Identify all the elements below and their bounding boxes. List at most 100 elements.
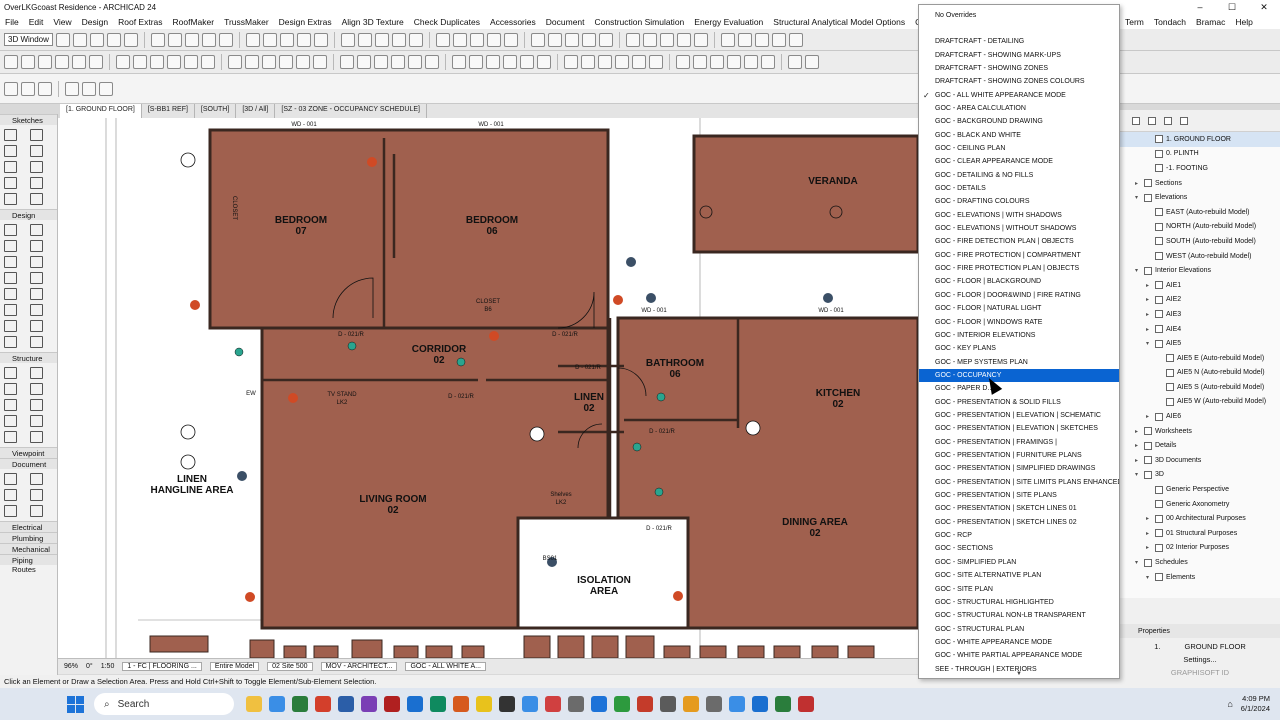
override-option[interactable]: GOC - CEILING PLAN xyxy=(919,142,1119,155)
taskbar-app-icon[interactable] xyxy=(775,696,791,712)
tool-icon[interactable] xyxy=(30,505,43,517)
toolbar-tool-icon[interactable] xyxy=(649,55,663,69)
menu-item[interactable]: Document xyxy=(541,17,590,27)
toolbar-tool-icon[interactable] xyxy=(374,32,389,47)
toolbar-tool-icon[interactable] xyxy=(503,32,518,47)
navigator-item[interactable]: AIE5 E (Auto-rebuild Model) xyxy=(1120,351,1280,366)
tool-icon[interactable] xyxy=(4,415,17,427)
menu-item[interactable]: Energy Evaluation xyxy=(689,17,768,27)
toolbar-tool-icon[interactable] xyxy=(547,32,562,47)
toolbar-tool-icon[interactable] xyxy=(201,32,216,47)
tool-icon[interactable] xyxy=(30,320,43,332)
tool-icon[interactable] xyxy=(4,272,17,284)
tool-icon[interactable] xyxy=(30,240,43,252)
menu-item[interactable]: Accessories xyxy=(485,17,541,27)
menu-item[interactable]: Structural Analytical Model Options xyxy=(768,17,910,27)
zoom-field[interactable]: 96% xyxy=(64,663,78,670)
toolbar-tool-icon[interactable] xyxy=(581,32,596,47)
override-option[interactable]: ✓ GOC - ALL WHITE APPEARANCE MODE xyxy=(919,88,1119,101)
override-option[interactable]: GOC - SITE ALTERNATIVE PLAN xyxy=(919,569,1119,582)
override-option[interactable]: GOC - STRUCTURAL PLAN xyxy=(919,622,1119,635)
toolbar-tool-icon[interactable] xyxy=(720,32,735,47)
toolbar-tool-icon[interactable] xyxy=(537,55,551,69)
expand-caret-icon[interactable]: ▸ xyxy=(1135,180,1141,187)
taskbar-app-icon[interactable] xyxy=(246,696,262,712)
tool-icon[interactable] xyxy=(30,288,43,300)
override-option[interactable]: GOC - AREA CALCULATION xyxy=(919,102,1119,115)
override-option[interactable]: SEE - THROUGH | EXTERIORS xyxy=(919,662,1119,675)
tool-icon[interactable] xyxy=(30,177,43,189)
taskbar-search[interactable]: ⌕ Search xyxy=(94,693,234,715)
override-option[interactable]: GOC - WHITE PARTIAL APPEARANCE MODE xyxy=(919,649,1119,662)
override-option[interactable]: DRAFTCRAFT - SHOWING ZONES xyxy=(919,62,1119,75)
toolbar-tool-icon[interactable] xyxy=(788,55,802,69)
override-option[interactable]: GOC - PRESENTATION | ELEVATION | SCHEMAT… xyxy=(919,409,1119,422)
navigator-item[interactable]: ▸ AIE3 xyxy=(1120,307,1280,322)
expand-caret-icon[interactable]: ▸ xyxy=(1146,515,1152,522)
tool-icon[interactable] xyxy=(30,367,43,379)
settings-button[interactable]: Settings... xyxy=(1183,655,1216,664)
expand-caret-icon[interactable]: ▸ xyxy=(1146,544,1152,551)
tool-icon[interactable] xyxy=(4,145,17,157)
toolbar-tool-icon[interactable] xyxy=(564,55,578,69)
toolbar-tool-icon[interactable] xyxy=(184,32,199,47)
tool-icon[interactable] xyxy=(4,177,17,189)
layer-combination-field[interactable]: 1 - FC | FLOORING ... xyxy=(122,662,202,671)
close-button[interactable]: ✕ xyxy=(1248,2,1280,13)
view-tab[interactable]: [1. GROUND FLOOR] xyxy=(60,104,142,118)
toolbar-tool-icon[interactable] xyxy=(744,55,758,69)
navigator-item[interactable]: ▸ AIE4 xyxy=(1120,322,1280,337)
toolbar-tool-icon[interactable] xyxy=(727,55,741,69)
expand-caret-icon[interactable]: ▸ xyxy=(1135,442,1141,449)
toolbar-tool-icon[interactable] xyxy=(99,81,113,96)
override-option[interactable]: GOC - ELEVATIONS | WITHOUT SHADOWS xyxy=(919,222,1119,235)
expand-caret-icon[interactable]: ▸ xyxy=(1146,282,1152,289)
toolbar-tool-icon[interactable] xyxy=(374,55,388,69)
expand-caret-icon[interactable]: ▸ xyxy=(1146,413,1152,420)
toolbar-tool-icon[interactable] xyxy=(245,32,260,47)
taskbar-app-icon[interactable] xyxy=(453,696,469,712)
tool-icon[interactable] xyxy=(30,193,43,205)
tool-icon[interactable] xyxy=(30,336,43,348)
override-option[interactable]: GOC - WHITE APPEARANCE MODE xyxy=(919,636,1119,649)
tool-icon[interactable] xyxy=(4,304,17,316)
graphisoft-id-button[interactable]: GRAPHISOFT ID xyxy=(1171,668,1229,677)
toolbar-tool-icon[interactable] xyxy=(754,32,769,47)
toolbar-tool-icon[interactable] xyxy=(123,32,138,47)
override-option[interactable]: GOC - FIRE DETECTION PLAN | OBJECTS xyxy=(919,235,1119,248)
tool-icon[interactable] xyxy=(4,224,17,236)
taskbar-app-icon[interactable] xyxy=(499,696,515,712)
toolbar-tool-icon[interactable] xyxy=(615,55,629,69)
tool-icon[interactable] xyxy=(4,473,17,485)
expand-caret-icon[interactable]: ▸ xyxy=(1146,530,1152,537)
menu-item[interactable]: Term xyxy=(1120,17,1149,27)
tool-icon[interactable] xyxy=(4,256,17,268)
view-tab[interactable]: [SOUTH] xyxy=(195,104,237,118)
mvo-field[interactable]: MOV - ARCHITECT... xyxy=(320,662,398,671)
navigator-item[interactable]: Generic Perspective xyxy=(1120,482,1280,497)
tool-icon[interactable] xyxy=(30,431,43,443)
no-overrides-option[interactable]: No Overrides xyxy=(919,9,1119,22)
override-option[interactable]: GOC - DRAFTING COLOURS xyxy=(919,195,1119,208)
navigator-item[interactable]: NORTH (Auto-rebuild Model) xyxy=(1120,220,1280,235)
menu-item[interactable]: Check Duplicates xyxy=(409,17,485,27)
toolbar-tool-icon[interactable] xyxy=(184,55,198,69)
menu-item[interactable]: RoofMaker xyxy=(168,17,220,27)
expand-caret-icon[interactable]: ▸ xyxy=(1146,311,1152,318)
network-icon[interactable]: ⌂ xyxy=(1227,699,1232,709)
override-option[interactable]: GOC - DETAILS xyxy=(919,182,1119,195)
menu-item[interactable]: Design xyxy=(77,17,113,27)
taskbar-app-icon[interactable] xyxy=(315,696,331,712)
toolbar-tool-icon[interactable] xyxy=(435,32,450,47)
expand-caret-icon[interactable]: ▾ xyxy=(1135,194,1141,201)
tool-icon[interactable] xyxy=(4,193,17,205)
navigator-item[interactable]: 1. GROUND FLOOR xyxy=(1120,132,1280,147)
toolbar-tool-icon[interactable] xyxy=(296,32,311,47)
toolbar-tool-icon[interactable] xyxy=(503,55,517,69)
toolbar-tool-icon[interactable] xyxy=(642,32,657,47)
toolbar-tool-icon[interactable] xyxy=(676,55,690,69)
taskbar-app-icon[interactable] xyxy=(384,696,400,712)
toolbar-tool-icon[interactable] xyxy=(357,32,372,47)
taskbar-app-icon[interactable] xyxy=(361,696,377,712)
maximize-button[interactable]: ☐ xyxy=(1216,2,1248,13)
